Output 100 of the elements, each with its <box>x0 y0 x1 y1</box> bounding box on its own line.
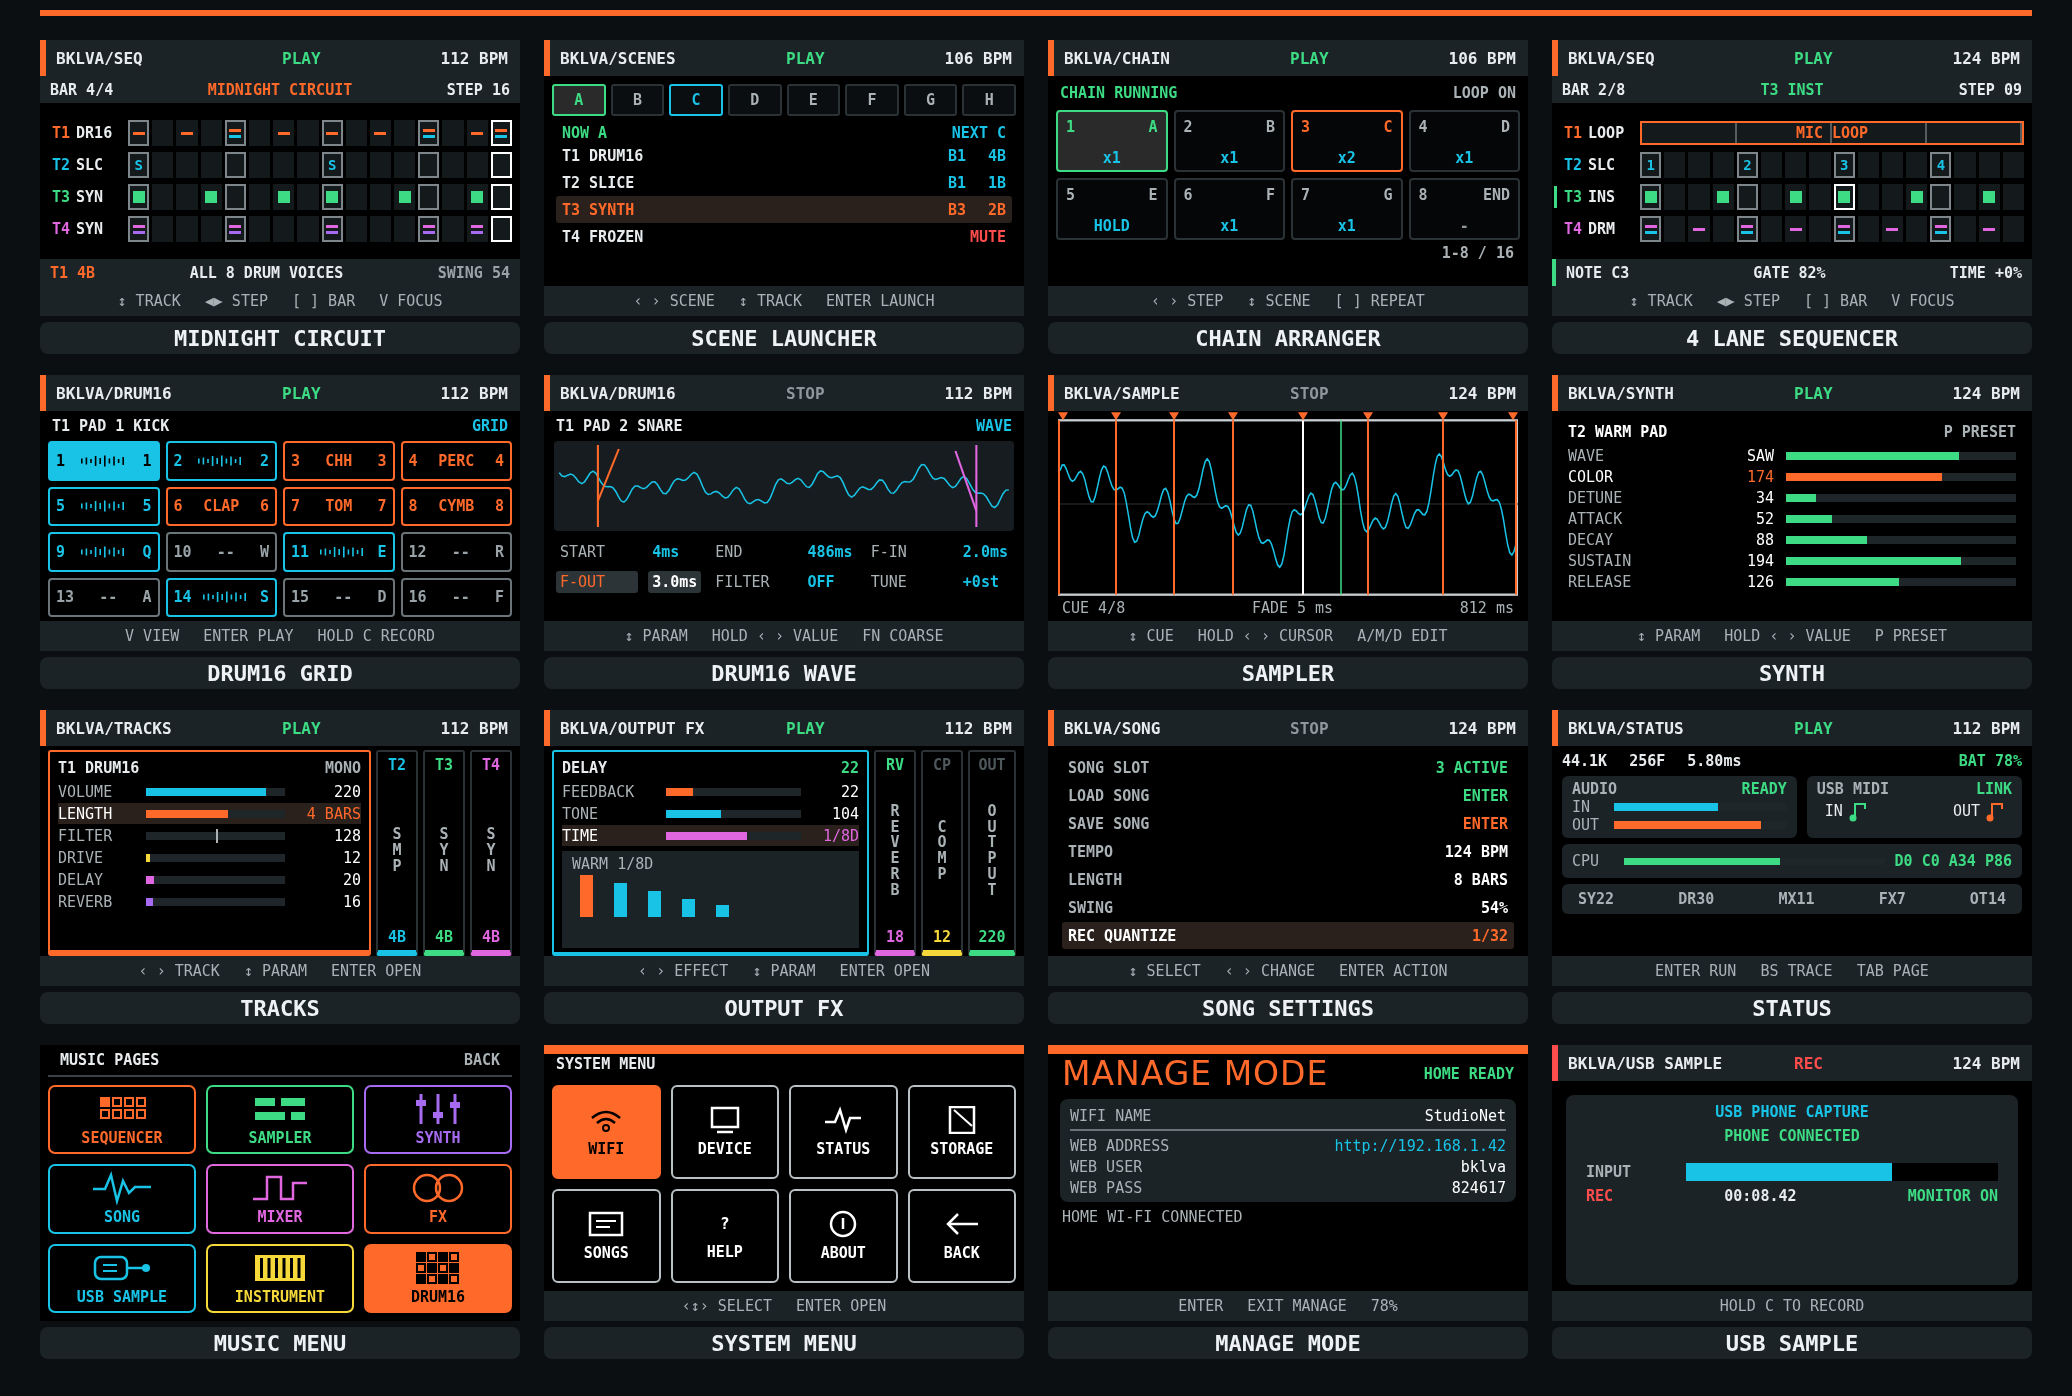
back-link[interactable]: BACK <box>463 1051 500 1069</box>
setting-row[interactable]: TEMPO 124 BPM <box>1062 838 1514 865</box>
step-cell[interactable] <box>418 184 440 210</box>
step-cell[interactable] <box>1640 216 1662 242</box>
step-cell[interactable] <box>1760 184 1783 210</box>
step-cell[interactable] <box>152 216 174 242</box>
step-cell[interactable] <box>1736 216 1758 242</box>
step-cell[interactable] <box>466 216 488 242</box>
step-cell[interactable] <box>176 152 198 178</box>
step-cell[interactable] <box>321 120 343 146</box>
drum-pad[interactable]: 13 -- A <box>48 577 160 617</box>
step-cell[interactable] <box>176 120 198 146</box>
step-cell[interactable]: 1 <box>1640 152 1662 178</box>
step-cell[interactable] <box>2002 216 2024 242</box>
menu-tile[interactable]: SONGS <box>552 1189 661 1283</box>
step-cell[interactable] <box>1881 152 1904 178</box>
step-cell[interactable] <box>248 152 271 178</box>
step-cell[interactable] <box>128 216 150 242</box>
drum-pad[interactable]: 6 CLAP 6 <box>165 486 277 526</box>
drum-pad[interactable]: 16 -- F <box>400 577 512 617</box>
step-cell[interactable] <box>394 184 416 210</box>
step-cell[interactable]: S <box>128 152 150 178</box>
step-cell[interactable] <box>1688 152 1710 178</box>
step-cell[interactable] <box>1664 216 1686 242</box>
step-cell[interactable] <box>1736 184 1758 210</box>
step-cell[interactable] <box>248 184 271 210</box>
step-cell[interactable] <box>200 216 222 242</box>
step-cell[interactable] <box>248 120 271 146</box>
scene-tab[interactable]: F <box>845 84 899 116</box>
step-cell[interactable] <box>1664 184 1686 210</box>
step-cell[interactable] <box>345 152 367 178</box>
step-cell[interactable] <box>1954 152 1976 178</box>
step-cell[interactable] <box>297 216 319 242</box>
step-cell[interactable] <box>442 152 464 178</box>
menu-tile[interactable]: MIXER <box>206 1164 354 1234</box>
param-row[interactable]: FEEDBACK 22 <box>562 781 859 802</box>
menu-tile[interactable]: ? HELP <box>670 1189 779 1283</box>
param-row[interactable]: COLOR 174 <box>1552 466 2032 487</box>
step-cell[interactable] <box>176 216 198 242</box>
menu-tile[interactable]: DRUM16 <box>364 1243 512 1313</box>
menu-tile[interactable]: SEQUENCER <box>48 1085 196 1155</box>
step-cell[interactable] <box>369 120 392 146</box>
step-cell[interactable] <box>369 184 392 210</box>
step-cell[interactable] <box>1978 216 2000 242</box>
step-cell[interactable] <box>442 120 464 146</box>
step-cell[interactable] <box>128 120 150 146</box>
step-cell[interactable] <box>297 152 319 178</box>
param-row[interactable]: TONE 104 <box>562 803 859 824</box>
chain-slot[interactable]: 3 C x2 <box>1291 110 1403 172</box>
param-row[interactable]: DETUNE 34 <box>1552 487 2032 508</box>
param-row[interactable]: SUSTAIN 194 <box>1552 550 2032 571</box>
step-cell[interactable] <box>418 120 440 146</box>
drum-pad[interactable]: 15 -- D <box>283 577 395 617</box>
drum-pad[interactable]: 2 2 <box>165 441 277 481</box>
step-cell[interactable] <box>1809 152 1831 178</box>
menu-tile[interactable]: DEVICE <box>670 1085 779 1179</box>
chain-slot[interactable]: 1 A x1 <box>1056 110 1168 172</box>
step-cell[interactable] <box>369 152 392 178</box>
step-cell[interactable] <box>1688 184 1710 210</box>
step-cell[interactable] <box>297 184 319 210</box>
step-cell[interactable] <box>1664 152 1686 178</box>
step-cell[interactable] <box>1954 184 1976 210</box>
step-cell[interactable] <box>1712 152 1734 178</box>
step-cell[interactable] <box>369 216 392 242</box>
step-cell[interactable] <box>1809 216 1831 242</box>
chain-slot[interactable]: 7 G x1 <box>1291 178 1403 240</box>
param-row[interactable]: WAVE SAW <box>1552 445 2032 466</box>
param-row[interactable]: LENGTH 4 BARS <box>58 803 361 824</box>
menu-tile[interactable]: SYNTH <box>364 1085 512 1155</box>
scene-tab[interactable]: C <box>669 84 723 116</box>
step-cell[interactable] <box>1930 216 1952 242</box>
step-cell[interactable] <box>248 216 271 242</box>
setting-row[interactable]: REC QUANTIZE 1/32 <box>1062 922 1514 949</box>
step-cell[interactable] <box>152 120 174 146</box>
step-cell[interactable] <box>345 120 367 146</box>
step-cell[interactable] <box>466 120 488 146</box>
step-cell[interactable] <box>1857 152 1879 178</box>
step-cell[interactable] <box>224 152 246 178</box>
scene-tab[interactable]: D <box>727 84 782 116</box>
drum-pad[interactable]: 5 5 <box>48 486 160 526</box>
step-cell[interactable] <box>418 216 440 242</box>
step-cell[interactable] <box>1978 152 2000 178</box>
track-row[interactable]: T2 SLICE B1 1B <box>556 169 1012 196</box>
setting-row[interactable]: SWING 54% <box>1062 894 1514 921</box>
step-cell[interactable] <box>1881 184 1904 210</box>
menu-tile[interactable]: USB SAMPLE <box>48 1243 196 1313</box>
param-row[interactable]: REVERB 16 <box>58 891 361 912</box>
step-cell[interactable] <box>1881 216 1904 242</box>
param-row[interactable]: RELEASE 126 <box>1552 571 2032 592</box>
track-row[interactable]: T1 DRUM16 B1 4B <box>556 142 1012 169</box>
chain-slot[interactable]: 8 END - <box>1408 178 1520 240</box>
drum-pad[interactable]: 8 CYMB 8 <box>400 486 512 526</box>
menu-tile[interactable]: SONG <box>48 1164 196 1234</box>
drum-pad[interactable]: 12 -- R <box>400 532 512 572</box>
menu-tile[interactable]: BACK <box>907 1189 1016 1283</box>
param-row[interactable]: TIME 1/8D <box>562 825 859 846</box>
scene-tab[interactable]: H <box>962 84 1016 116</box>
drum-pad[interactable]: 7 TOM 7 <box>283 486 395 526</box>
step-cell[interactable] <box>224 184 246 210</box>
drum-pad[interactable]: 1 1 <box>48 441 160 481</box>
